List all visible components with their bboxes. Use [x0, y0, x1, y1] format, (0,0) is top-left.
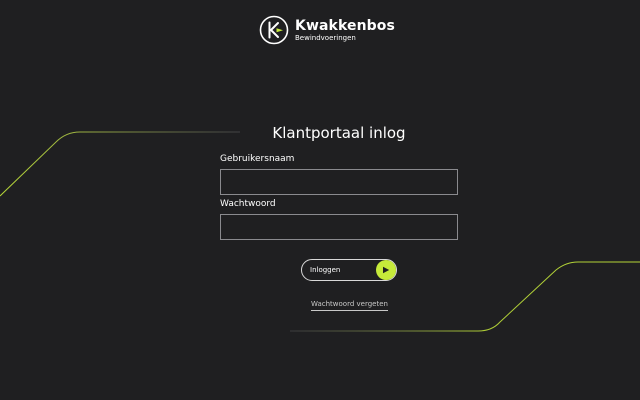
arrow-right-icon — [376, 260, 396, 280]
decorative-lines — [0, 131, 640, 332]
login-page: Kwakkenbos Bewindvoeringen Klantportaal … — [0, 0, 640, 400]
kwakkenbos-logo-icon — [259, 15, 289, 45]
login-button-label: Inloggen — [310, 266, 341, 274]
brand-name: Kwakkenbos — [295, 17, 395, 34]
brand-text: Kwakkenbos Bewindvoeringen — [295, 18, 395, 43]
decorative-line-left — [0, 131, 240, 197]
page-title: Klantportaal inlog — [272, 124, 406, 142]
forgot-password-link[interactable]: Wachtwoord vergeten — [311, 299, 388, 311]
password-input[interactable] — [220, 214, 458, 240]
brand-logo[interactable]: Kwakkenbos Bewindvoeringen — [259, 14, 395, 46]
username-input[interactable] — [220, 169, 458, 195]
brand-tagline: Bewindvoeringen — [295, 33, 356, 42]
login-button[interactable]: Inloggen — [301, 259, 397, 281]
username-label: Gebruikersnaam — [220, 154, 295, 164]
password-label: Wachtwoord — [220, 199, 276, 209]
